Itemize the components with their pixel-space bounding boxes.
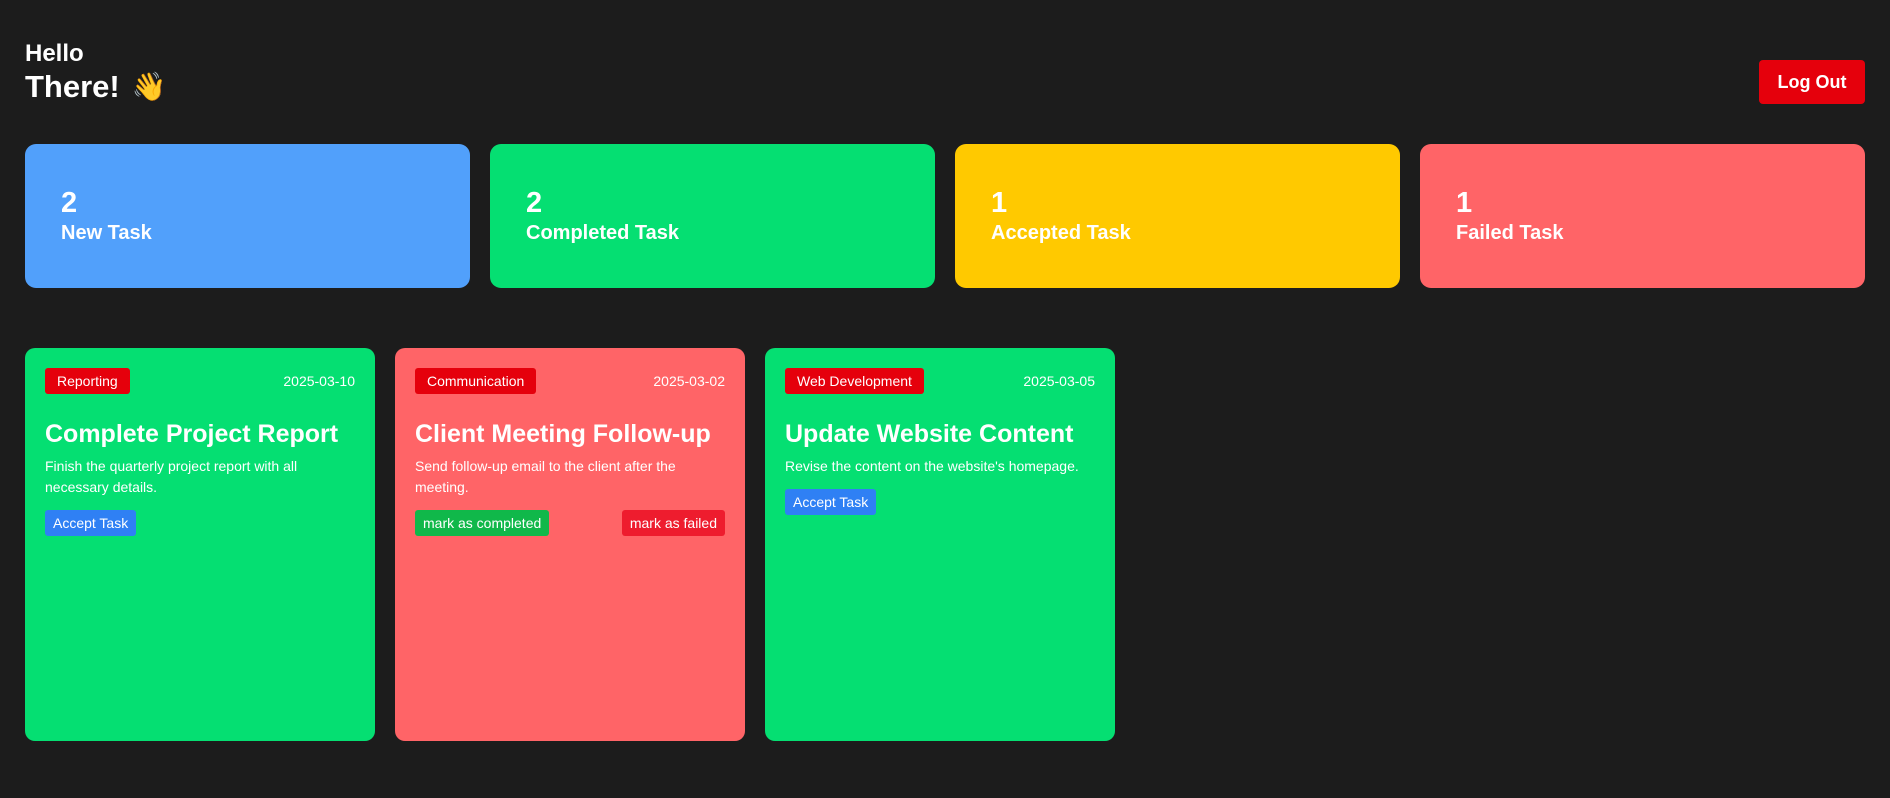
task-title: Client Meeting Follow-up	[415, 420, 711, 448]
task-date: 2025-03-10	[283, 373, 355, 389]
task-date: 2025-03-02	[653, 373, 725, 389]
stat-completed-task: 2 Completed Task	[490, 144, 935, 288]
stat-failed-task: 1 Failed Task	[1420, 144, 1865, 288]
stat-count: 1	[991, 187, 1008, 219]
dashboard-page: Hello There! 👋 Log Out 2 New Task 2 Comp…	[0, 0, 1890, 798]
mark-completed-button[interactable]: mark as completed	[415, 510, 550, 536]
stat-count: 1	[1456, 187, 1473, 219]
task-description: Send follow-up email to the client after…	[415, 458, 676, 495]
stat-accepted-task: 1 Accepted Task	[955, 144, 1400, 288]
user-name: There! 👋	[25, 68, 167, 106]
user-name-text: There!	[25, 69, 120, 104]
task-stats: 2 New Task 2 Completed Task 1 Accepted T…	[25, 144, 1865, 288]
stat-new-task: 2 New Task	[25, 144, 470, 288]
task-title: Complete Project Report	[45, 420, 339, 448]
task-card: Reporting 2025-03-10 Complete Project Re…	[25, 348, 375, 741]
task-card-header: Web Development 2025-03-05	[785, 368, 1095, 394]
category-badge: Communication	[415, 368, 537, 394]
task-description: Finish the quarterly project report with…	[45, 458, 298, 495]
task-description: Revise the content on the website's home…	[785, 458, 1079, 474]
category-badge: Web Development	[785, 368, 924, 394]
stat-label: Failed Task	[1456, 222, 1564, 244]
header: Hello There! 👋 Log Out	[25, 40, 1865, 106]
accept-task-button[interactable]: Accept Task	[45, 510, 137, 536]
waving-hand-icon: 👋	[131, 71, 167, 102]
mark-failed-button[interactable]: mark as failed	[621, 510, 725, 536]
accept-task-button[interactable]: Accept Task	[785, 489, 877, 515]
task-list: Reporting 2025-03-10 Complete Project Re…	[25, 348, 1115, 741]
task-card: Communication 2025-03-02 Client Meeting …	[395, 348, 745, 741]
task-card-header: Communication 2025-03-02	[415, 368, 725, 394]
task-date: 2025-03-05	[1023, 373, 1095, 389]
stat-count: 2	[526, 187, 543, 219]
task-card: Web Development 2025-03-05 Update Websit…	[765, 348, 1115, 741]
task-actions: mark as completed mark as failed	[415, 510, 725, 536]
task-actions: Accept Task	[785, 489, 1095, 515]
stat-label: New Task	[61, 222, 152, 244]
logout-button[interactable]: Log Out	[1759, 60, 1865, 104]
task-actions: Accept Task	[45, 510, 355, 536]
stat-label: Accepted Task	[991, 222, 1131, 244]
stat-label: Completed Task	[526, 222, 679, 244]
task-card-header: Reporting 2025-03-10	[45, 368, 355, 394]
greeting-block: Hello There! 👋	[25, 40, 167, 106]
greeting-text: Hello	[25, 40, 84, 67]
stat-count: 2	[61, 187, 78, 219]
task-title: Update Website Content	[785, 420, 1074, 448]
category-badge: Reporting	[45, 368, 130, 394]
